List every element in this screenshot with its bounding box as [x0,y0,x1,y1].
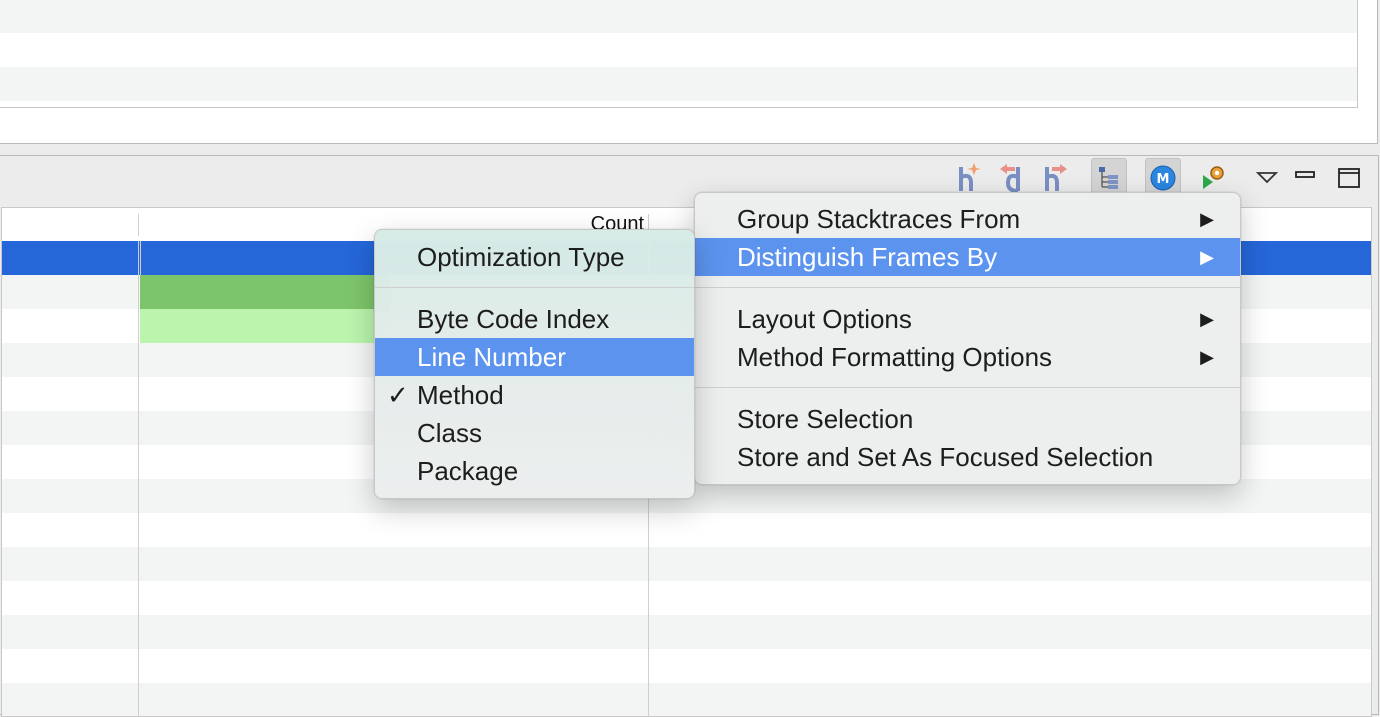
menu-item-line-number[interactable]: Line Number [375,338,694,376]
menu-item-store-and-set-as-focused-selection[interactable]: Store and Set As Focused Selection [695,438,1240,476]
upper-view-pane [0,0,1378,144]
submenu-arrow-icon: ▶ [1200,247,1214,267]
minimize-icon[interactable] [1287,158,1323,198]
menu-item-label: Method Formatting Options [737,342,1053,372]
checkmark-icon: ✓ [387,380,409,410]
menu-item-label: Method [417,380,504,410]
table-row[interactable] [2,649,1371,683]
column-gridline [138,241,139,716]
menu-item-group-stacktraces-from[interactable]: Group Stacktraces From ▶ [695,200,1240,238]
menu-item-label: Store and Set As Focused Selection [737,442,1154,472]
context-menu: Group Stacktraces From ▶ Distinguish Fra… [694,192,1241,485]
menu-separator [695,287,1240,288]
menu-item-label: Package [417,456,519,486]
table-row[interactable] [2,513,1371,547]
menu-item-label: Group Stacktraces From [737,204,1021,234]
menu-item-method-formatting-options[interactable]: Method Formatting Options ▶ [695,338,1240,376]
menu-item-label: Distinguish Frames By [737,242,998,272]
menu-item-label: Byte Code Index [417,304,610,334]
menu-item-class[interactable]: Class [375,414,694,452]
menu-item-layout-options[interactable]: Layout Options ▶ [695,300,1240,338]
column-separator [138,214,139,236]
menu-item-label: Optimization Type [417,242,625,272]
menu-item-label: Layout Options [737,304,912,334]
menu-item-method[interactable]: ✓ Method [375,376,694,414]
menu-item-label: Line Number [417,342,566,372]
count-bar [140,275,390,309]
submenu-arrow-icon: ▶ [1200,309,1214,329]
submenu-arrow-icon: ▶ [1200,347,1214,367]
menu-item-label: Store Selection [737,404,914,434]
menu-item-optimization-type[interactable]: Optimization Type [375,238,694,276]
distinguish-frames-submenu: Optimization Type Byte Code Index Line N… [374,229,695,499]
menu-item-store-selection[interactable]: Store Selection [695,400,1240,438]
count-bar [140,309,390,343]
maximize-icon[interactable] [1331,158,1367,198]
table-row[interactable] [2,547,1371,581]
menu-item-label: Class [417,418,483,448]
view-menu-chevron-icon[interactable] [1249,158,1285,198]
menu-item-byte-code-index[interactable]: Byte Code Index [375,300,694,338]
table-row[interactable] [2,581,1371,615]
upper-table[interactable] [0,0,1358,108]
table-row[interactable] [0,33,1357,67]
menu-separator [695,387,1240,388]
svg-text:M: M [1157,172,1170,187]
menu-separator [375,287,694,288]
table-row[interactable] [2,615,1371,649]
table-row[interactable] [0,0,1357,33]
submenu-arrow-icon: ▶ [1200,209,1214,229]
menu-item-package[interactable]: Package [375,452,694,490]
table-row[interactable] [0,67,1357,101]
menu-item-distinguish-frames-by[interactable]: Distinguish Frames By ▶ [695,238,1240,276]
